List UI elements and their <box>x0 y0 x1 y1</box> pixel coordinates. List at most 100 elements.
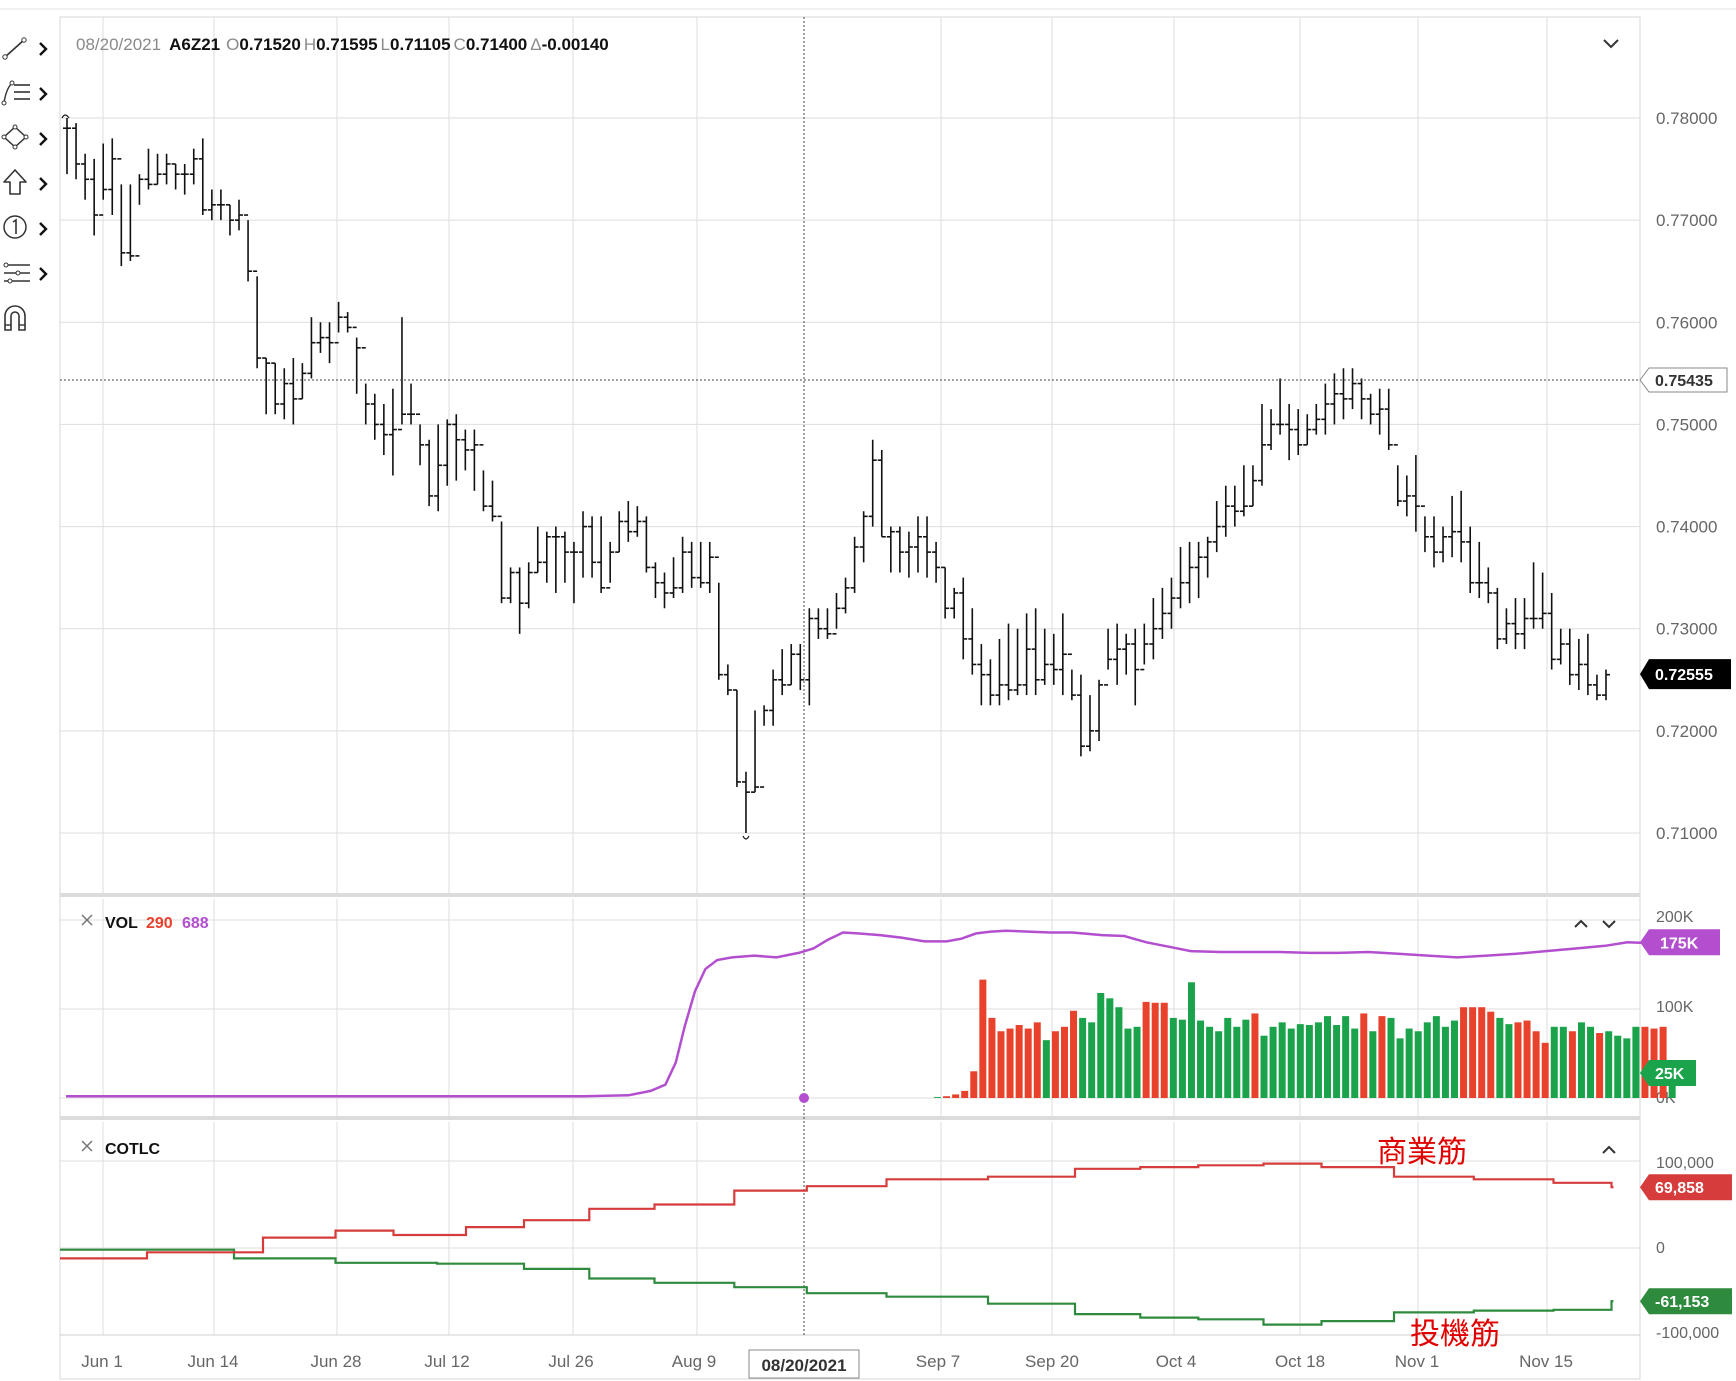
ohlc-bar[interactable] <box>895 526 904 573</box>
ohlc-bar[interactable] <box>153 153 162 186</box>
volume-bar[interactable] <box>970 1071 978 1098</box>
ohlc-bar[interactable] <box>886 526 895 573</box>
volume-bar[interactable] <box>1550 1026 1558 1098</box>
ohlc-bar[interactable] <box>1583 633 1592 696</box>
chevron-down-icon[interactable] <box>1602 920 1616 929</box>
volume-bar[interactable] <box>1006 1028 1014 1098</box>
volume-bar[interactable] <box>1070 1010 1078 1098</box>
ohlc-bar[interactable] <box>162 153 171 185</box>
ohlc-bar[interactable] <box>669 557 678 599</box>
ohlc-bar[interactable] <box>1565 628 1574 685</box>
volume-bar[interactable] <box>1523 1020 1531 1098</box>
volume-bar[interactable] <box>1151 1002 1159 1098</box>
ohlc-bar[interactable] <box>977 644 986 706</box>
ohlc-bar[interactable] <box>126 184 135 261</box>
ohlc-bar[interactable] <box>1022 613 1031 696</box>
ohlc-bar[interactable] <box>1267 409 1276 450</box>
ohlc-bar[interactable] <box>696 541 705 588</box>
volume-bar[interactable] <box>1360 1013 1368 1098</box>
ohlc-bar[interactable] <box>606 541 615 589</box>
ohlc-bar[interactable] <box>1276 378 1285 435</box>
volume-bar[interactable] <box>1423 1022 1431 1098</box>
volume-bar[interactable] <box>1324 1016 1332 1098</box>
volume-bar[interactable] <box>1169 1017 1177 1098</box>
ohlc-bar[interactable] <box>941 566 950 619</box>
volume-bar[interactable] <box>1024 1028 1032 1098</box>
ohlc-bar[interactable] <box>280 368 289 420</box>
ohlc-bar[interactable] <box>72 123 81 180</box>
volume-bar[interactable] <box>1487 1011 1495 1098</box>
chevron-up-icon[interactable] <box>1602 1145 1616 1154</box>
ohlc-bar[interactable] <box>624 501 633 542</box>
ohlc-bar[interactable] <box>307 317 316 379</box>
volume-bar[interactable] <box>988 1017 996 1098</box>
volume-bar[interactable] <box>943 1096 951 1098</box>
ohlc-bar[interactable] <box>1312 404 1321 435</box>
ohlc-bar[interactable] <box>361 347 370 425</box>
volume-bar[interactable] <box>1623 1038 1631 1098</box>
ohlc-bar[interactable] <box>660 572 669 609</box>
ohlc-bar[interactable] <box>1511 598 1520 650</box>
ohlc-bar[interactable] <box>551 526 560 593</box>
volume-bar[interactable] <box>1278 1022 1286 1098</box>
ohlc-bar[interactable] <box>760 705 769 788</box>
ohlc-bar[interactable] <box>108 138 117 216</box>
ohlc-bar[interactable] <box>642 516 651 573</box>
ohlc-bar[interactable] <box>823 608 832 639</box>
ohlc-bar[interactable] <box>235 199 244 231</box>
ohlc-bar[interactable] <box>814 608 823 639</box>
ohlc-bar[interactable] <box>171 163 180 190</box>
volume-bar[interactable] <box>1605 1031 1613 1098</box>
volume-bar[interactable] <box>1033 1022 1041 1098</box>
ohlc-bar[interactable] <box>1475 541 1484 599</box>
ohlc-bar[interactable] <box>533 526 542 574</box>
panel-separator[interactable] <box>60 1116 1640 1120</box>
ohlc-bar[interactable] <box>316 322 325 353</box>
ohlc-bar[interactable] <box>950 587 959 619</box>
volume-bar[interactable] <box>1042 1040 1050 1098</box>
ohlc-bar[interactable] <box>271 362 280 415</box>
volume-bar[interactable] <box>1097 992 1105 1098</box>
ohlc-bar[interactable] <box>932 541 941 583</box>
volume-bar[interactable] <box>997 1031 1005 1098</box>
volume-bar[interactable] <box>934 1097 941 1098</box>
volume-bar[interactable] <box>1106 998 1114 1098</box>
ohlc-bar[interactable] <box>678 536 687 593</box>
ohlc-bar[interactable] <box>1185 541 1194 604</box>
ohlc-bar[interactable] <box>1348 368 1357 410</box>
volume-bar[interactable] <box>1614 1035 1622 1098</box>
volume-bar[interactable] <box>1405 1028 1413 1098</box>
ohlc-bar[interactable] <box>497 515 506 604</box>
ohlc-bar[interactable] <box>1285 404 1294 461</box>
ohlc-bar[interactable] <box>488 480 497 522</box>
ohlc-bar[interactable] <box>1384 388 1393 450</box>
ohlc-bar[interactable] <box>515 567 524 634</box>
ohlc-bar[interactable] <box>877 449 886 538</box>
volume-bar[interactable] <box>1305 1025 1313 1098</box>
ohlc-bar[interactable] <box>1176 547 1185 609</box>
ohlc-bar[interactable] <box>968 608 977 675</box>
ohlc-bar[interactable] <box>1493 587 1502 650</box>
ohlc-bar[interactable] <box>751 710 760 793</box>
ohlc-bar[interactable] <box>1375 388 1384 435</box>
ohlc-bar[interactable] <box>1239 465 1248 517</box>
ohlc-bar[interactable] <box>1158 587 1167 639</box>
volume-bar[interactable] <box>1369 1031 1377 1098</box>
volume-bar[interactable] <box>1287 1028 1295 1098</box>
volume-bar[interactable] <box>1469 1007 1477 1098</box>
close-icon[interactable] <box>81 1140 93 1152</box>
ohlc-bar[interactable] <box>244 214 253 282</box>
ohlc-bar[interactable] <box>407 383 416 425</box>
ohlc-bar[interactable] <box>1230 485 1239 527</box>
ohlc-bar[interactable] <box>1357 378 1366 420</box>
ohlc-bar[interactable] <box>560 531 569 583</box>
volume-bar[interactable] <box>1378 1016 1386 1098</box>
ohlc-bar[interactable] <box>216 189 225 221</box>
ohlc-bar[interactable] <box>1122 633 1131 675</box>
ohlc-bar[interactable] <box>1031 608 1040 696</box>
ohlc-bar[interactable] <box>959 577 968 660</box>
ohlc-bar[interactable] <box>198 138 207 216</box>
ohlc-bar[interactable] <box>416 413 425 466</box>
volume-bar[interactable] <box>1460 1007 1468 1098</box>
ohlc-bar[interactable] <box>1556 628 1565 665</box>
